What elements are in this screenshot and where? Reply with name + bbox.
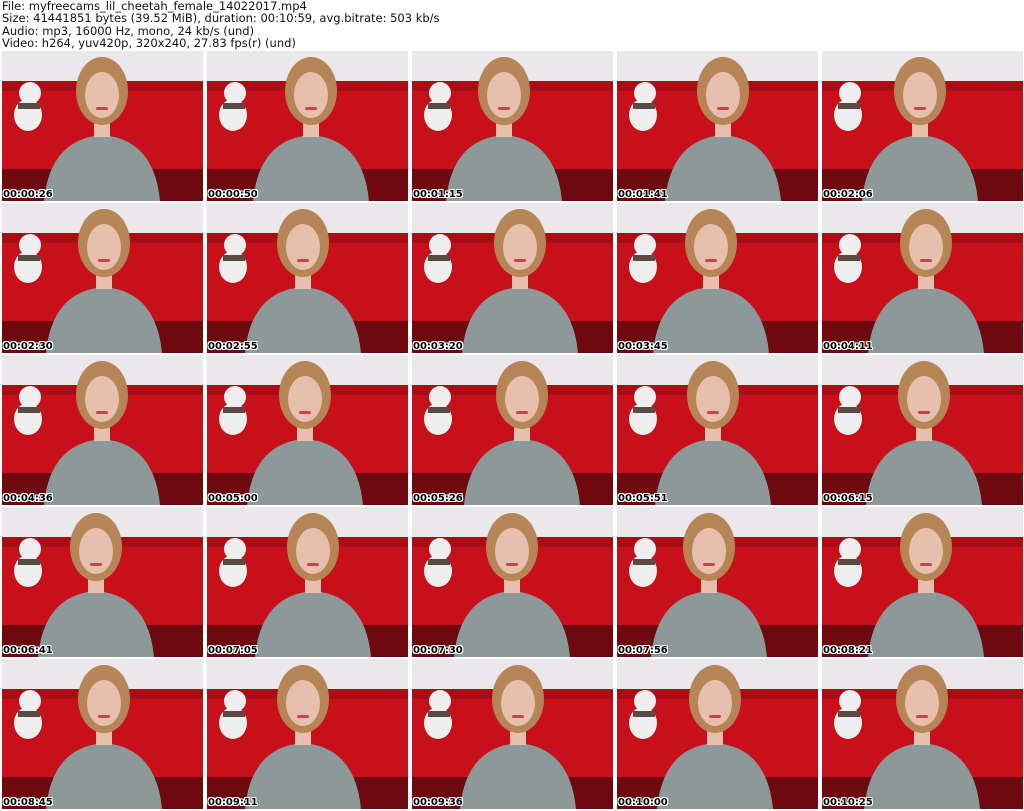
video-thumbnail: 00:01:41 [617,51,818,201]
thumbnail-timestamp: 00:00:26 [3,189,53,200]
video-thumbnail: 00:02:30 [2,203,203,353]
thumbnail-timestamp: 00:05:26 [413,493,463,504]
thumbnail-frame [822,51,1023,201]
thumbnail-frame [2,659,203,809]
video-thumbnail: 00:09:11 [207,659,408,809]
video-thumbnail: 00:07:30 [412,507,613,657]
thumbnail-frame [2,507,203,657]
file-size-line: Size: 41441851 bytes (39.52 MiB), durati… [2,11,440,26]
video-thumbnail: 00:03:20 [412,203,613,353]
thumbnail-frame [2,51,203,201]
thumbnail-grid: 00:00:26 00:00:50 00:01:15 00:01:41 00:02:06… [2,51,1023,809]
thumbnail-timestamp: 00:04:36 [3,493,53,504]
thumbnail-timestamp: 00:08:21 [823,645,873,656]
thumbnail-frame [207,355,408,505]
thumbnail-timestamp: 00:06:41 [3,645,53,656]
thumbnail-frame [412,507,613,657]
thumbnail-timestamp: 00:03:20 [413,341,463,352]
thumbnail-timestamp: 00:08:45 [3,797,53,808]
video-thumbnail: 00:05:26 [412,355,613,505]
video-thumbnail: 00:07:05 [207,507,408,657]
thumbnail-frame [822,659,1023,809]
thumbnail-frame [822,507,1023,657]
thumbnail-timestamp: 00:07:56 [618,645,668,656]
thumbnail-frame [617,355,818,505]
video-thumbnail: 00:08:45 [2,659,203,809]
video-thumbnail: 00:08:21 [822,507,1023,657]
thumbnail-timestamp: 00:05:00 [208,493,258,504]
thumbnail-timestamp: 00:10:00 [618,797,668,808]
thumbnail-frame [822,203,1023,353]
thumbnail-timestamp: 00:04:11 [823,341,873,352]
thumbnail-frame [2,355,203,505]
video-thumbnail: 00:03:45 [617,203,818,353]
thumbnail-timestamp: 00:02:06 [823,189,873,200]
thumbnail-frame [207,507,408,657]
video-thumbnail: 00:01:15 [412,51,613,201]
thumbnail-frame [207,659,408,809]
file-info-header: File: myfreecams_lil_cheetah_female_1402… [2,0,1022,50]
thumbnail-frame [412,355,613,505]
thumbnail-frame [207,203,408,353]
video-thumbnail: 00:02:06 [822,51,1023,201]
thumbnail-timestamp: 00:02:30 [3,341,53,352]
thumbnail-timestamp: 00:09:36 [413,797,463,808]
video-thumbnail: 00:05:51 [617,355,818,505]
video-thumbnail: 00:00:26 [2,51,203,201]
thumbnail-frame [412,659,613,809]
thumbnail-frame [617,659,818,809]
video-thumbnail: 00:09:36 [412,659,613,809]
thumbnail-timestamp: 00:01:41 [618,189,668,200]
video-thumbnail: 00:06:15 [822,355,1023,505]
video-thumbnail: 00:06:41 [2,507,203,657]
video-thumbnail: 00:07:56 [617,507,818,657]
thumbnail-timestamp: 00:07:05 [208,645,258,656]
thumbnail-frame [412,51,613,201]
thumbnail-frame [617,203,818,353]
thumbnail-frame [822,355,1023,505]
video-thumbnail: 00:10:25 [822,659,1023,809]
thumbnail-frame [207,51,408,201]
thumbnail-timestamp: 00:07:30 [413,645,463,656]
video-thumbnail: 00:05:00 [207,355,408,505]
video-thumbnail: 00:00:50 [207,51,408,201]
thumbnail-timestamp: 00:03:45 [618,341,668,352]
video-info-line: Video: h264, yuv420p, 320x240, 27.83 fps… [2,36,296,51]
thumbnail-frame [617,51,818,201]
thumbnail-timestamp: 00:02:55 [208,341,258,352]
thumbnail-timestamp: 00:00:50 [208,189,258,200]
video-thumbnail: 00:02:55 [207,203,408,353]
video-thumbnail: 00:10:00 [617,659,818,809]
thumbnail-timestamp: 00:09:11 [208,797,258,808]
thumbnail-frame [412,203,613,353]
video-thumbnail: 00:04:11 [822,203,1023,353]
thumbnail-timestamp: 00:05:51 [618,493,668,504]
thumbnail-frame [2,203,203,353]
thumbnail-timestamp: 00:01:15 [413,189,463,200]
thumbnail-frame [617,507,818,657]
video-thumbnail: 00:04:36 [2,355,203,505]
thumbnail-timestamp: 00:10:25 [823,797,873,808]
thumbnail-timestamp: 00:06:15 [823,493,873,504]
